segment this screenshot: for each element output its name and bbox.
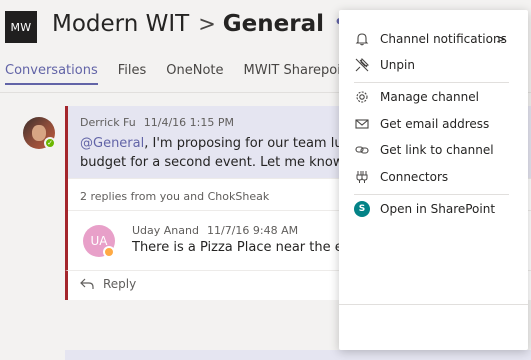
away-status-icon <box>103 246 115 258</box>
unpin-icon <box>354 57 370 73</box>
mention-general[interactable]: @General <box>80 136 144 151</box>
tab-conversations[interactable]: Conversations <box>5 63 98 85</box>
post-line-1: , I'm proposing for our team lunch <box>144 136 367 151</box>
page-title: Modern WIT > General ••• <box>52 11 372 37</box>
menu-item-label: Connectors <box>380 170 449 184</box>
menu-item-label: Channel notifications <box>380 32 507 46</box>
envelope-icon <box>354 116 370 132</box>
connectors-icon <box>354 169 370 185</box>
channel-tabs: Conversations Files OneNote MWIT Sharepo… <box>5 63 374 85</box>
team-name[interactable]: Modern WIT <box>52 11 189 37</box>
menu-item-open-in-sharepoint[interactable]: S Open in SharePoint <box>339 196 528 222</box>
tab-files[interactable]: Files <box>118 63 147 85</box>
replies-summary[interactable]: 2 replies from you and ChokSheak <box>80 190 269 203</box>
reply-author[interactable]: Uday Anand <box>132 224 199 237</box>
tab-mwit-sharepoint[interactable]: MWIT Sharepoint <box>244 63 355 85</box>
menu-divider <box>354 82 509 83</box>
sharepoint-icon: S <box>354 201 370 217</box>
menu-item-connectors[interactable]: Connectors <box>339 164 528 190</box>
post-line-2: budget for a second event. Let me know w <box>80 155 359 170</box>
menu-item-label: Get email address <box>380 117 490 131</box>
breadcrumb-separator: > <box>198 12 216 36</box>
link-icon <box>354 142 370 158</box>
menu-item-label: Unpin <box>380 58 415 72</box>
avatar-face <box>32 125 46 141</box>
chevron-right-icon: > <box>496 32 507 46</box>
bell-icon <box>354 31 370 47</box>
reply-timestamp: 11/7/16 9:48 AM <box>206 224 299 237</box>
post-timestamp: 11/4/16 1:15 PM <box>143 116 234 129</box>
tab-onenote[interactable]: OneNote <box>166 63 223 85</box>
menu-item-label: Manage channel <box>380 90 479 104</box>
team-avatar[interactable]: MW <box>5 11 37 43</box>
available-status-icon: ✓ <box>44 137 56 149</box>
menu-item-manage-channel[interactable]: Manage channel <box>339 84 528 110</box>
menu-item-channel-notifications[interactable]: Channel notifications > <box>339 26 528 52</box>
next-conversation-card[interactable] <box>65 350 531 360</box>
reply-arrow-icon <box>80 278 94 289</box>
channel-options-menu: Channel notifications > Unpin Manage cha… <box>339 10 528 350</box>
menu-divider <box>339 304 528 305</box>
gear-icon <box>354 89 370 105</box>
sharepoint-badge: S <box>354 201 370 217</box>
post-meta: Derrick Fu 11/4/16 1:15 PM <box>80 116 234 129</box>
menu-divider <box>354 194 509 195</box>
reply-button[interactable]: Reply <box>80 277 136 291</box>
menu-item-label: Open in SharePoint <box>380 202 496 216</box>
menu-item-label: Get link to channel <box>380 143 494 157</box>
post-author[interactable]: Derrick Fu <box>80 116 136 129</box>
menu-item-unpin[interactable]: Unpin <box>339 52 528 78</box>
menu-item-get-email-address[interactable]: Get email address <box>339 111 528 137</box>
menu-item-get-link[interactable]: Get link to channel <box>339 137 528 163</box>
channel-name: General <box>222 11 324 37</box>
reply-meta: Uday Anand 11/7/16 9:48 AM <box>132 224 298 237</box>
reply-button-label: Reply <box>103 277 137 291</box>
reply-text: There is a Pizza Place near the eve <box>132 240 359 255</box>
